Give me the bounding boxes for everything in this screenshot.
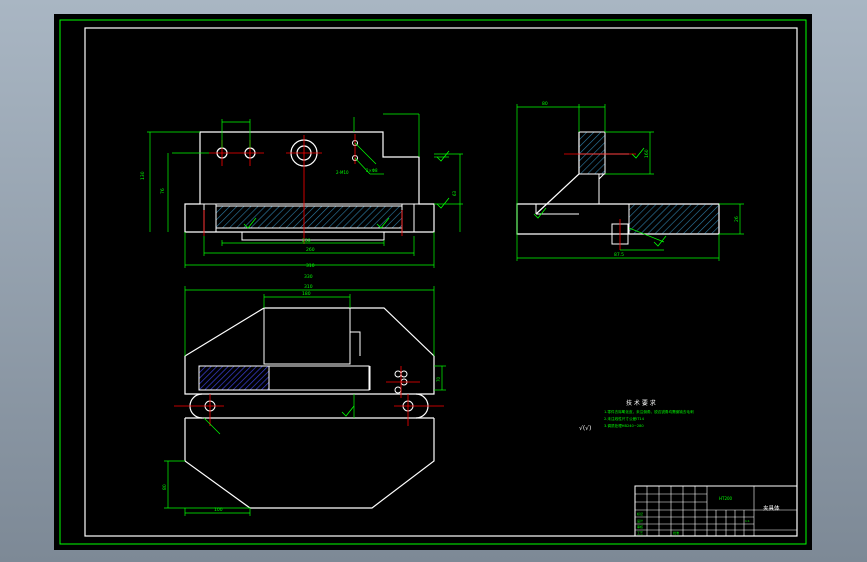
dim-plan-width: 310 (304, 284, 313, 290)
dim-lower: 230 (302, 238, 311, 244)
surface-finish-note: √(√) (579, 425, 591, 432)
tb-row-1: 设计 (637, 518, 643, 523)
tech-req-title: 技 术 要 求 (626, 399, 656, 407)
dim-side-height: 160 (644, 149, 650, 158)
cad-drawing: 310 260 230 330 130 76 2-M10 2×Φ8 63 80 … (59, 19, 807, 545)
drawing-sheet[interactable]: 310 260 230 330 130 76 2-M10 2×Φ8 63 80 … (54, 14, 812, 550)
tech-requirements: 技 术 要 求 1.零件去除氧化皮，未注倒角，锐边锐角均需倒钝去毛刺 2.未注线… (579, 399, 694, 432)
tb-row-3: 工艺 (637, 530, 643, 535)
material: HT200 (719, 496, 733, 501)
dim-plan-left: 80 (162, 484, 168, 490)
front-view: 310 260 230 330 130 76 2-M10 2×Φ8 63 (140, 113, 463, 280)
tb-row-2: 审核 (637, 524, 643, 529)
title-block: 夹具体 HT200 1:1 标记 设计 审核 工艺 批准 (634, 485, 798, 537)
tb-row-0: 标记 (637, 511, 643, 516)
dim-height-mid: 76 (160, 188, 166, 194)
plan-view: 310 180 80 100 70 (162, 284, 446, 516)
tech-req-line-2: 2.未注线性尺寸公差IT14 (604, 416, 645, 421)
dim-plan-bottom: 100 (214, 507, 223, 513)
dim-right-h: 63 (452, 190, 457, 196)
tech-req-line-3: 3.调质处理HB240~280 (604, 423, 644, 428)
dim-overall: 310 (306, 263, 315, 269)
side-view: 80 160 26 87.5 (516, 101, 744, 261)
section-hatch (215, 205, 403, 229)
dim-side-right: 26 (734, 216, 740, 222)
dim-height-left: 130 (140, 171, 146, 180)
note-thread: 2-M10 (336, 170, 349, 175)
dim-total: 330 (304, 274, 313, 280)
tb-row-4: 批准 (673, 530, 679, 535)
dim-plan-left-bottom: 70 (436, 376, 441, 382)
scale: 1:1 (745, 519, 750, 523)
tech-req-line-1: 1.零件去除氧化皮，未注倒角，锐边锐角均需倒钝去毛刺 (604, 409, 694, 414)
note-hole: 2×Φ8 (366, 168, 378, 173)
cad-viewport[interactable]: 310 260 230 330 130 76 2-M10 2×Φ8 63 80 … (0, 0, 867, 562)
inner-frame (84, 27, 798, 537)
outer-frame (59, 19, 807, 545)
dim-plan-top: 180 (302, 291, 311, 297)
dim-side-top: 80 (542, 101, 548, 107)
part-name: 夹具体 (763, 504, 780, 512)
dim-side-bottom: 87.5 (614, 252, 624, 258)
dim-inner: 260 (306, 247, 315, 253)
